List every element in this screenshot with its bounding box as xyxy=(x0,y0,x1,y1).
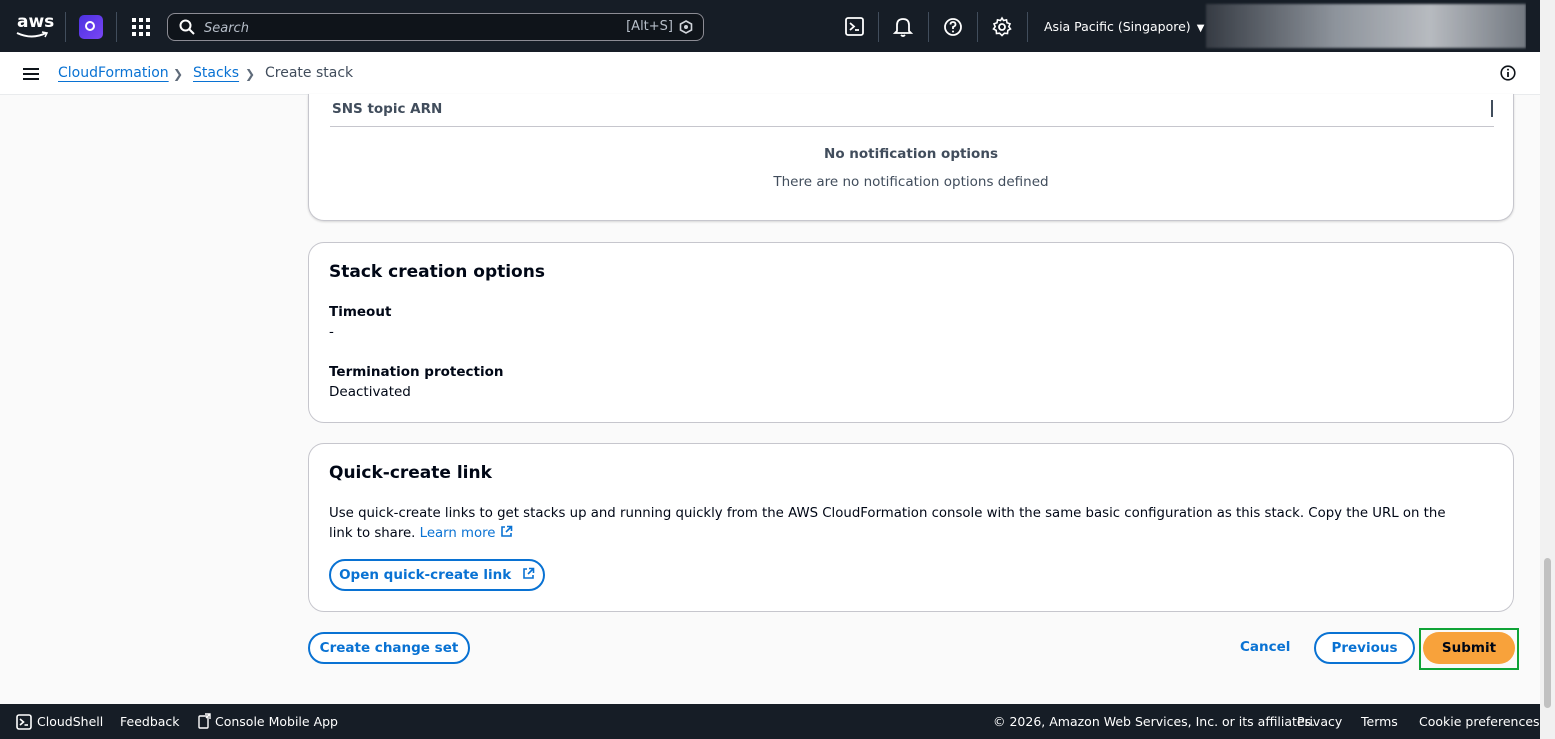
breadcrumb-current: Create stack xyxy=(265,65,354,81)
timeout-label: Timeout xyxy=(329,304,392,320)
divider xyxy=(1027,12,1028,42)
footer-console-mobile-app-link[interactable]: Console Mobile App xyxy=(215,714,338,729)
external-link-icon xyxy=(523,567,535,579)
learn-more-link[interactable]: Learn more xyxy=(419,525,513,541)
footer-cloudshell-link[interactable]: CloudShell xyxy=(37,714,103,729)
empty-state-title: No notification options xyxy=(824,146,998,162)
scrollbar-thumb[interactable] xyxy=(1544,558,1551,708)
learn-more-label: Learn more xyxy=(419,526,496,541)
open-quick-create-link-button[interactable]: Open quick-create link xyxy=(329,559,545,591)
amazon-q-icon[interactable] xyxy=(79,15,103,39)
footer-copyright: © 2026, Amazon Web Services, Inc. or its… xyxy=(993,714,1316,729)
button-label: Open quick-create link xyxy=(339,567,512,583)
top-navigation: aws [Alt+S] Asia Pacific (Singapore) ▼ xyxy=(0,0,1540,52)
divider xyxy=(65,12,66,42)
divider xyxy=(928,12,929,42)
logo-text: aws xyxy=(17,12,55,32)
submit-button[interactable]: Submit xyxy=(1423,632,1515,664)
quick-create-link-card: Quick-create link Use quick-create links… xyxy=(308,443,1514,612)
footer-cookie-preferences-link[interactable]: Cookie preferences xyxy=(1419,714,1540,729)
mobile-app-icon xyxy=(198,713,211,729)
region-label: Asia Pacific (Singapore) xyxy=(1044,19,1191,34)
previous-button[interactable]: Previous xyxy=(1314,632,1415,664)
column-header-sns-topic-arn: SNS topic ARN xyxy=(332,101,443,117)
quick-create-description: Use quick-create links to get stacks up … xyxy=(329,504,1469,544)
breadcrumb-bar: CloudFormation ❯ Stacks ❯ Create stack xyxy=(0,52,1540,95)
section-title: Stack creation options xyxy=(329,262,545,282)
search-box[interactable]: [Alt+S] xyxy=(167,13,704,41)
help-icon[interactable] xyxy=(942,16,964,38)
create-change-set-button[interactable]: Create change set xyxy=(308,632,470,664)
smile-icon xyxy=(16,31,48,38)
bell-icon[interactable] xyxy=(892,16,914,38)
footer-feedback-link[interactable]: Feedback xyxy=(120,714,180,729)
breadcrumb-stacks[interactable]: Stacks xyxy=(193,65,239,81)
timeout-value: - xyxy=(329,324,334,340)
menu-icon[interactable] xyxy=(23,68,39,80)
divider xyxy=(330,126,1494,127)
cancel-button[interactable]: Cancel xyxy=(1240,639,1290,655)
chevron-right-icon: ❯ xyxy=(245,67,256,81)
aws-logo[interactable]: aws xyxy=(16,12,54,40)
info-icon[interactable] xyxy=(1500,65,1516,81)
divider xyxy=(878,12,879,42)
shortcut-hexagon-icon xyxy=(679,20,693,34)
account-menu[interactable] xyxy=(1206,4,1526,48)
footer-privacy-link[interactable]: Privacy xyxy=(1297,714,1342,729)
divider xyxy=(116,12,117,42)
page-scrollbar[interactable] xyxy=(1540,0,1555,739)
section-title: Quick-create link xyxy=(329,463,492,483)
services-grid-icon[interactable] xyxy=(132,18,150,36)
chevron-right-icon: ❯ xyxy=(173,67,184,81)
search-shortcut: [Alt+S] xyxy=(626,19,673,34)
cloudshell-icon[interactable] xyxy=(16,714,32,730)
search-icon xyxy=(179,19,195,35)
footer-terms-link[interactable]: Terms xyxy=(1361,714,1398,729)
footer: CloudShell Feedback Console Mobile App ©… xyxy=(0,704,1540,739)
region-selector[interactable]: Asia Pacific (Singapore) ▼ xyxy=(1044,19,1204,34)
caret-down-icon: ▼ xyxy=(1196,23,1205,34)
termination-protection-label: Termination protection xyxy=(329,364,504,380)
external-link-icon xyxy=(500,525,513,537)
termination-protection-value: Deactivated xyxy=(329,384,411,400)
stack-creation-options-card: Stack creation options Timeout - Termina… xyxy=(308,242,1514,423)
empty-state-description: There are no notification options define… xyxy=(773,174,1049,190)
notification-options-table: SNS topic ARN No notification options Th… xyxy=(308,94,1514,221)
cloudshell-icon[interactable] xyxy=(844,16,866,38)
gear-icon[interactable] xyxy=(991,16,1013,38)
divider xyxy=(977,12,978,42)
column-resizer[interactable] xyxy=(1491,100,1493,117)
breadcrumb-cloudformation[interactable]: CloudFormation xyxy=(58,65,169,81)
search-input[interactable] xyxy=(202,16,606,40)
nav-edge xyxy=(1526,0,1540,52)
